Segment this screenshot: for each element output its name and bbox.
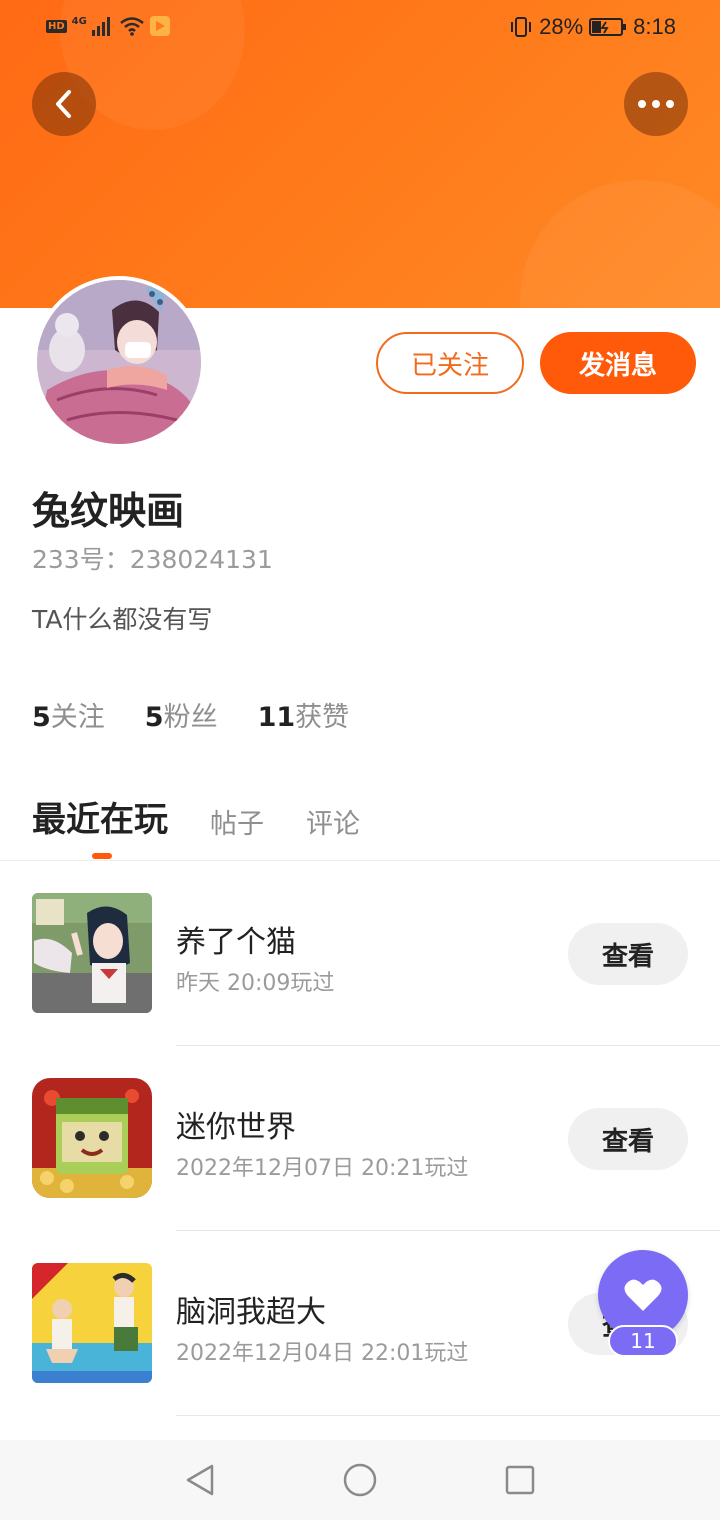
square-recents-icon	[505, 1465, 535, 1495]
network-type: 4G	[71, 15, 87, 27]
profile-tabs: 最近在玩 帖子 评论	[32, 792, 360, 841]
wifi-icon	[120, 17, 144, 36]
stat-count: 5	[32, 702, 51, 733]
more-dots-icon	[638, 100, 674, 108]
active-tab-indicator	[92, 853, 112, 859]
stat-followers[interactable]: 5粉丝	[145, 695, 218, 734]
user-id: 233号：238024131	[32, 545, 273, 574]
stat-count: 11	[257, 702, 296, 733]
tab-posts[interactable]: 帖子	[210, 802, 264, 841]
more-button[interactable]	[624, 72, 688, 136]
vibrate-icon	[511, 17, 532, 37]
game-icon	[32, 1263, 152, 1383]
divider	[176, 1230, 720, 1231]
back-button[interactable]	[32, 72, 96, 136]
nav-recents-button[interactable]	[502, 1462, 538, 1498]
triangle-back-icon	[186, 1464, 214, 1496]
stat-label: 粉丝	[163, 702, 218, 733]
game-played-time: 昨天 20:09玩过	[176, 971, 335, 996]
user-bio: TA什么都没有写	[32, 605, 213, 634]
chevron-left-icon	[56, 90, 71, 118]
game-name: 迷你世界	[176, 1110, 296, 1145]
status-right: 28% 8:18	[509, 14, 676, 40]
game-icon	[32, 893, 152, 1013]
stat-following[interactable]: 5关注	[32, 695, 105, 734]
profile-stats: 5关注 5粉丝 11获赞	[32, 695, 349, 734]
tab-comments[interactable]: 评论	[306, 802, 360, 841]
following-button[interactable]: 已关注	[376, 332, 524, 394]
battery-percent: 28%	[539, 14, 584, 39]
stat-count: 5	[144, 702, 164, 733]
tab-recent-played[interactable]: 最近在玩	[32, 792, 168, 841]
nav-back-button[interactable]	[182, 1462, 218, 1498]
game-name: 脑洞我超大	[176, 1295, 326, 1330]
view-button[interactable]: 查看	[568, 923, 688, 985]
heart-icon	[624, 1279, 662, 1311]
divider	[0, 860, 720, 861]
avatar-illustration	[37, 280, 201, 444]
system-navigation-bar	[0, 1440, 720, 1520]
hd-badge: HD	[46, 19, 67, 33]
circle-home-icon	[343, 1463, 377, 1497]
view-button[interactable]: 查看	[568, 1108, 688, 1170]
divider	[176, 1045, 720, 1046]
status-left: HD 4G	[46, 16, 170, 36]
avatar[interactable]	[33, 276, 205, 448]
list-item[interactable]: 养了个猫 昨天 20:09玩过 查看	[0, 893, 720, 1078]
profile-banner: HD 4G 28% 8:18	[0, 0, 720, 308]
banner-decoration	[520, 180, 720, 308]
like-count-badge: 11	[608, 1325, 678, 1357]
battery-icon	[589, 18, 627, 36]
profile-page: HD 4G 28% 8:18 已关注 发消息 兔纹映画 233号：2380241…	[0, 0, 720, 1520]
clock: 8:18	[633, 14, 676, 39]
stat-label: 获赞	[295, 702, 350, 733]
signal-icon	[91, 17, 110, 36]
app-notification-icon	[149, 16, 170, 36]
game-icon	[32, 1078, 152, 1198]
stat-likes[interactable]: 11获赞	[258, 695, 350, 734]
game-played-time: 2022年12月04日 22:01玩过	[176, 1341, 469, 1366]
divider	[176, 1415, 720, 1416]
game-name: 养了个猫	[176, 925, 296, 960]
status-bar: HD 4G 28% 8:18	[0, 0, 720, 58]
username: 兔纹映画	[32, 489, 185, 533]
nav-home-button[interactable]	[342, 1462, 378, 1498]
stat-label: 关注	[50, 702, 105, 733]
send-message-button[interactable]: 发消息	[540, 332, 696, 394]
game-played-time: 2022年12月07日 20:21玩过	[176, 1156, 469, 1181]
list-item[interactable]: 迷你世界 2022年12月07日 20:21玩过 查看	[0, 1078, 720, 1263]
